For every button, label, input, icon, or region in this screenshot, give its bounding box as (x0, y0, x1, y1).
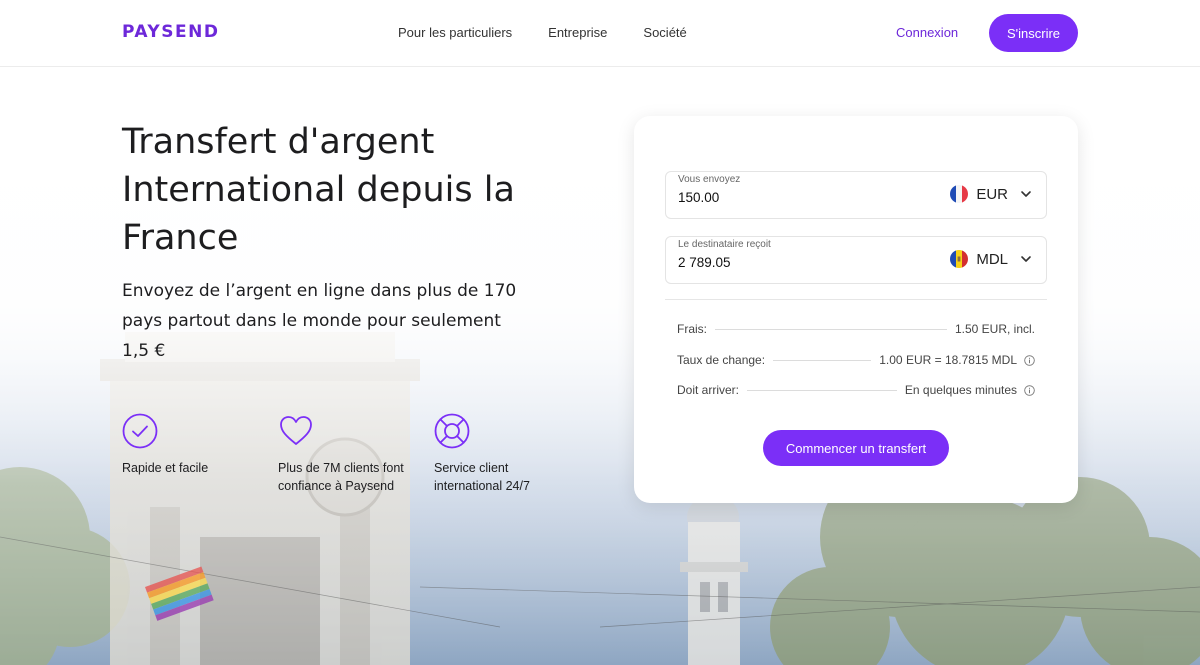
arrival-label: Doit arriver: (677, 383, 740, 397)
dotted-leader (715, 328, 947, 330)
info-icon[interactable] (1024, 384, 1035, 396)
nav-item-entreprise[interactable]: Entreprise (548, 25, 607, 40)
chevron-down-icon (1021, 256, 1031, 262)
arrival-row: Doit arriver: En quelques minutes (677, 381, 1035, 399)
send-currency-selector[interactable]: EUR (950, 185, 1032, 203)
receive-currency-code: MDL (976, 250, 1008, 268)
checkmark-circle-icon (122, 413, 158, 449)
paysend-logo[interactable]: PAYSEND (122, 22, 219, 42)
fees-row: Frais: 1.50 EUR, incl. (677, 320, 1035, 338)
exchange-rate-row: Taux de change: 1.00 EUR = 18.7815 MDL (677, 351, 1035, 369)
send-amount-input[interactable] (678, 190, 898, 205)
receive-amount-input[interactable] (678, 255, 898, 270)
info-icon[interactable] (1024, 354, 1035, 366)
arrival-value: En quelques minutes (904, 383, 1017, 397)
send-amount-label: Vous envoyez (678, 174, 741, 185)
hero-subtitle: Envoyez de l’argent en ligne dans plus d… (122, 281, 517, 361)
exchange-rate-label: Taux de change: (677, 353, 766, 367)
feature-label: Service client international 24/7 (434, 461, 530, 493)
fees-value: 1.50 EUR, incl. (954, 322, 1035, 336)
france-flag-icon (950, 185, 969, 203)
heart-icon (280, 416, 312, 445)
receive-currency-selector[interactable]: MDL (950, 250, 1032, 268)
send-amount-field: Vous envoyez EUR (665, 171, 1047, 219)
feature-support: Service client international 24/7 (434, 413, 564, 495)
chevron-down-icon (1021, 191, 1031, 197)
moldova-flag-icon (950, 250, 969, 268)
main-nav: Pour les particuliers Entreprise Société (398, 25, 687, 40)
feature-fast: Rapide et facile (122, 413, 252, 477)
nav-item-societe[interactable]: Société (643, 25, 686, 40)
site-header: PAYSEND Pour les particuliers Entreprise… (0, 0, 1200, 67)
feature-label: Rapide et facile (122, 461, 209, 475)
transfer-calculator-card: Vous envoyez EUR Le destinataire reçoit (634, 116, 1078, 503)
lifebuoy-icon (434, 413, 470, 449)
login-link[interactable]: Connexion (896, 25, 958, 40)
signup-button[interactable]: S'inscrire (989, 14, 1078, 52)
fees-label: Frais: (677, 322, 707, 336)
dotted-leader (773, 359, 872, 361)
start-transfer-button[interactable]: Commencer un transfert (763, 430, 949, 466)
send-currency-code: EUR (976, 185, 1008, 203)
dotted-leader (747, 389, 897, 391)
feature-trust: Plus de 7M clients font confiance à Pays… (278, 413, 408, 495)
nav-item-particuliers[interactable]: Pour les particuliers (398, 25, 512, 40)
hero-title: Transfert d'argent International depuis … (122, 122, 515, 258)
exchange-rate-value: 1.00 EUR = 18.7815 MDL (879, 353, 1017, 367)
receive-amount-field: Le destinataire reçoit MDL (665, 236, 1047, 284)
feature-label: Plus de 7M clients font confiance à Pays… (278, 461, 404, 493)
receive-amount-label: Le destinataire reçoit (678, 239, 771, 250)
card-divider (665, 299, 1047, 300)
